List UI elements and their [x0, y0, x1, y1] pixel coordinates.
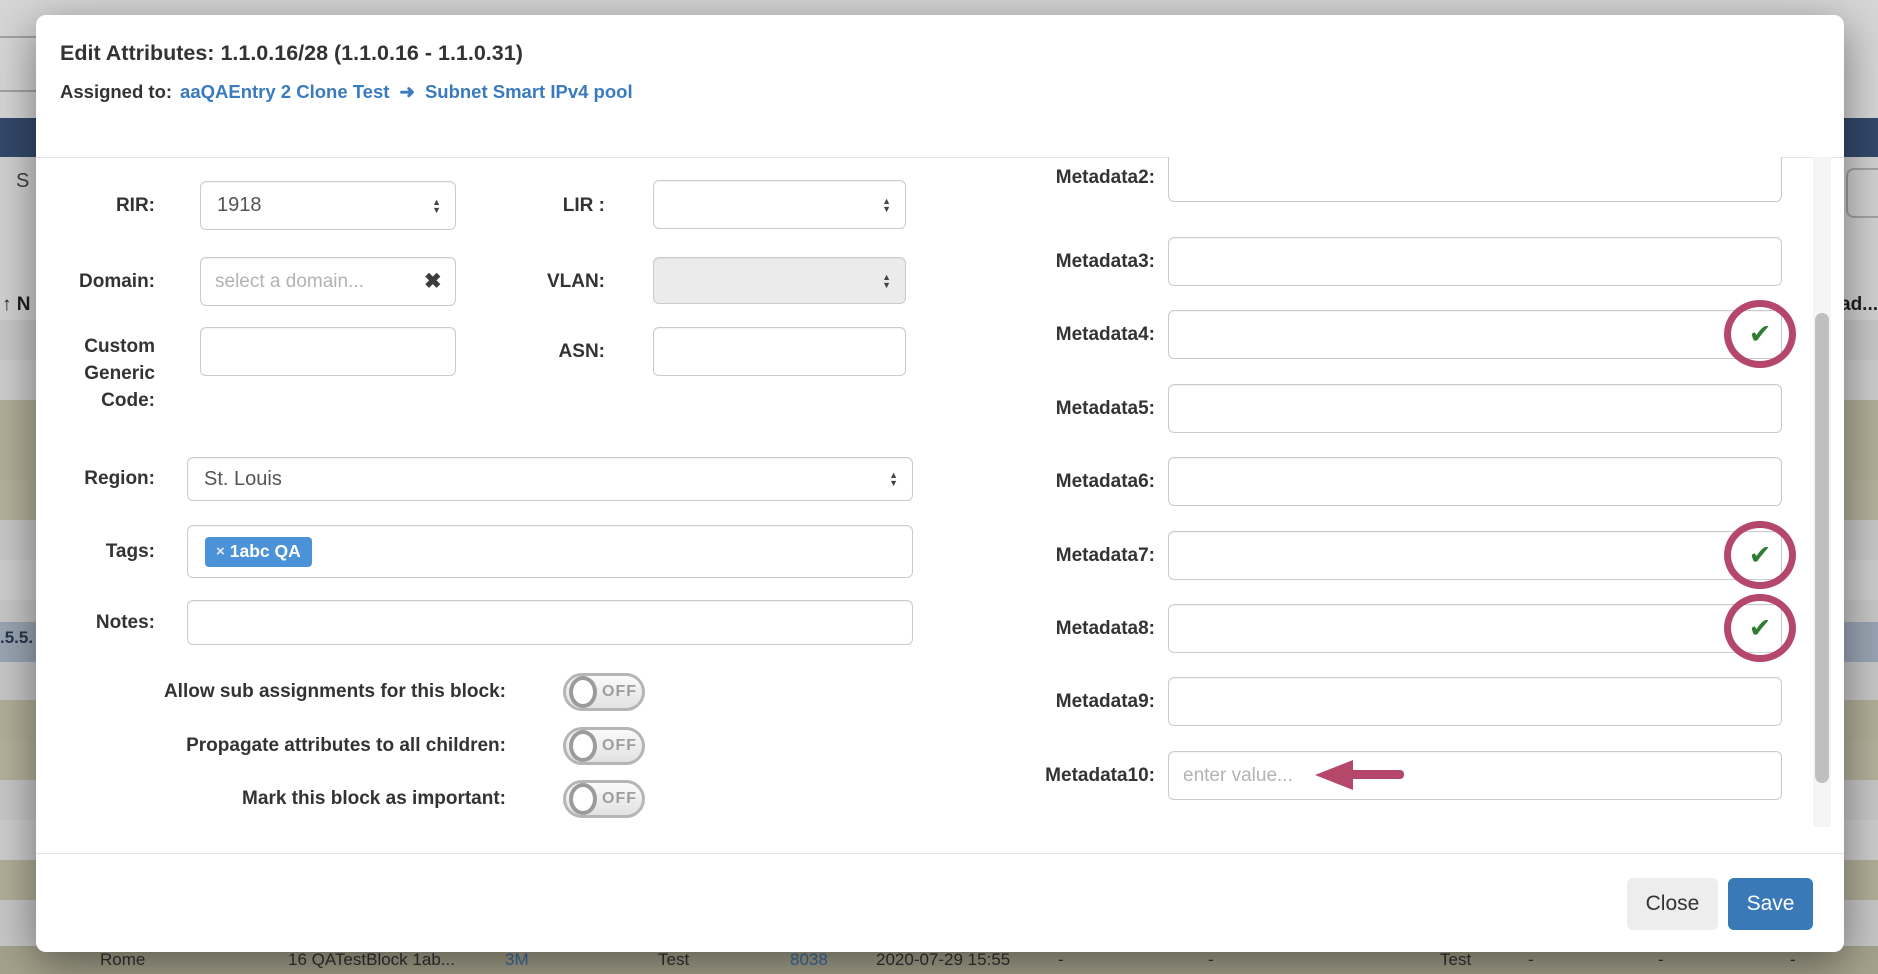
mark-important-label: Mark this block as important: — [36, 780, 506, 818]
page: S ↑ N ad... .5.5. Rome 16 QATestBlock 1a… — [0, 0, 1878, 974]
bg-cell-dash: - — [1208, 950, 1214, 970]
check-icon: ✔ — [1720, 604, 1800, 653]
metadata4-input[interactable] — [1168, 310, 1782, 359]
bg-cell-test: Test — [1440, 950, 1471, 970]
bg-cell-link: 3M — [505, 950, 529, 970]
metadata6-label: Metadata6: — [936, 457, 1155, 506]
metadata8-input[interactable] — [1168, 604, 1782, 653]
metadata2-input[interactable] — [1168, 157, 1782, 202]
assigned-pool-link[interactable]: Subnet Smart IPv4 pool — [425, 81, 633, 102]
region-value: St. Louis — [188, 468, 889, 491]
modal-title: Edit Attributes: 1.1.0.16/28 (1.1.0.16 -… — [60, 41, 523, 66]
select-caret-icon: ▲▼ — [432, 198, 441, 214]
bg-cell-dash: - — [1528, 950, 1534, 970]
propagate-attributes-label: Propagate attributes to all children: — [36, 727, 506, 765]
tag-chip-label: 1abc QA — [230, 541, 301, 562]
custom-generic-code-label: Custom Generic Code: — [36, 333, 155, 414]
lir-label: LIR : — [476, 181, 605, 230]
background-text-s: S — [16, 170, 29, 193]
select-caret-icon: ▲▼ — [882, 273, 891, 289]
tags-label: Tags: — [36, 525, 155, 578]
check-icon: ✔ — [1720, 531, 1800, 580]
assigned-to-label: Assigned to: — [60, 81, 172, 102]
metadata7-label: Metadata7: — [936, 531, 1155, 580]
background-button-outline — [1846, 168, 1878, 218]
toggle-knob — [569, 730, 597, 762]
notes-label: Notes: — [36, 600, 155, 645]
allow-sub-assignments-toggle[interactable]: OFF — [563, 673, 645, 711]
metadata5-label: Metadata5: — [936, 384, 1155, 433]
toggle-state: OFF — [597, 737, 642, 755]
custom-generic-code-input[interactable] — [200, 327, 456, 376]
bg-cell-date: 2020-07-29 15:55 — [876, 950, 1010, 970]
metadata6-input[interactable] — [1168, 457, 1782, 506]
metadata-scrollbar-thumb[interactable] — [1815, 313, 1829, 783]
assigned-entry-link[interactable]: aaQAEntry 2 Clone Test — [180, 81, 389, 102]
bg-cell-test: Test — [658, 950, 689, 970]
notes-input[interactable] — [187, 600, 913, 645]
rir-label: RIR: — [36, 181, 155, 230]
metadata9-label: Metadata9: — [936, 677, 1155, 726]
bg-cell-block-name: 16 QATestBlock 1ab... — [288, 950, 455, 970]
toggle-state: OFF — [597, 683, 642, 701]
metadata4-label: Metadata4: — [936, 310, 1155, 359]
close-button[interactable]: Close — [1627, 878, 1718, 930]
bg-cell-link: 8038 — [790, 950, 828, 970]
region-label: Region: — [36, 457, 155, 501]
metadata9-input[interactable] — [1168, 677, 1782, 726]
toggle-state: OFF — [597, 790, 642, 808]
rir-select[interactable]: 1918 ▲▼ — [200, 181, 456, 230]
edit-attributes-modal: Edit Attributes: 1.1.0.16/28 (1.1.0.16 -… — [36, 15, 1844, 952]
domain-clear-icon[interactable]: ✖ — [424, 269, 442, 294]
domain-label: Domain: — [36, 257, 155, 306]
metadata7-input[interactable] — [1168, 531, 1782, 580]
breadcrumb-arrow-icon: ➜ — [399, 81, 415, 102]
region-select[interactable]: St. Louis ▲▼ — [187, 457, 913, 501]
lir-select[interactable]: ▲▼ — [653, 180, 906, 229]
metadata8-label: Metadata8: — [936, 604, 1155, 653]
footer-divider — [36, 853, 1844, 854]
metadata3-input[interactable] — [1168, 237, 1782, 286]
bg-cell-dash: - — [1658, 950, 1664, 970]
background-selected-row-text: .5.5. — [0, 628, 33, 648]
asn-label: ASN: — [476, 327, 605, 376]
rir-value: 1918 — [201, 194, 432, 217]
tag-remove-icon[interactable]: × — [216, 543, 225, 560]
assigned-to-line: Assigned to: aaQAEntry 2 Clone Test ➜ Subne… — [60, 81, 633, 103]
annotation-arrow-icon — [1315, 760, 1353, 790]
save-button[interactable]: Save — [1728, 878, 1813, 930]
annotation-arrow-tail — [1349, 770, 1404, 779]
select-caret-icon: ▲▼ — [882, 197, 891, 213]
toggle-knob — [569, 783, 597, 815]
metadata2-label: Metadata2: — [936, 157, 1155, 202]
metadata10-label: Metadata10: — [936, 751, 1155, 800]
bg-cell-dash: - — [1790, 950, 1796, 970]
metadata5-input[interactable] — [1168, 384, 1782, 433]
vlan-label: VLAN: — [476, 257, 605, 306]
metadata-scroll-area[interactable]: Metadata2: Metadata3: Metadata4: ✔ Metad… — [936, 157, 1813, 827]
toggle-knob — [569, 676, 597, 708]
background-truncated-column-header: ad... — [1840, 294, 1878, 316]
metadata10-input[interactable] — [1168, 751, 1782, 800]
vlan-select[interactable]: ▲▼ — [653, 257, 906, 304]
domain-input[interactable] — [200, 257, 456, 306]
mark-important-toggle[interactable]: OFF — [563, 780, 645, 818]
background-sort-column-header: ↑ N — [2, 294, 31, 316]
bg-cell-region: Rome — [100, 950, 145, 970]
bg-cell-dash: - — [1058, 950, 1064, 970]
metadata3-label: Metadata3: — [936, 237, 1155, 286]
allow-sub-assignments-label: Allow sub assignments for this block: — [36, 673, 506, 711]
asn-input[interactable] — [653, 327, 906, 376]
propagate-attributes-toggle[interactable]: OFF — [563, 727, 645, 765]
check-icon: ✔ — [1720, 310, 1800, 359]
select-caret-icon: ▲▼ — [889, 471, 898, 487]
tags-input[interactable]: × 1abc QA — [187, 525, 913, 578]
tag-chip[interactable]: × 1abc QA — [205, 537, 312, 567]
